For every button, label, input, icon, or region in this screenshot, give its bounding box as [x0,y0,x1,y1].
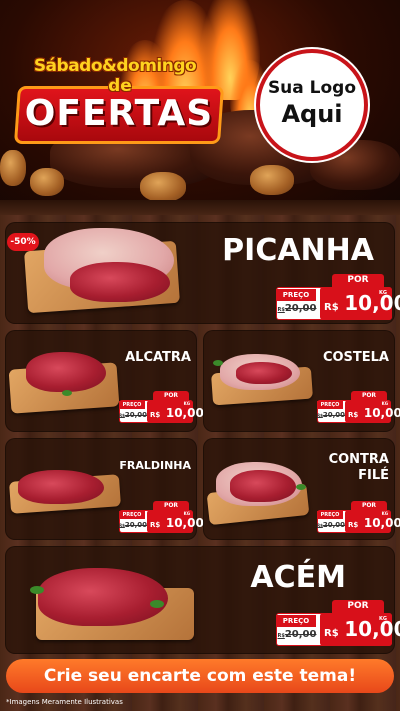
preco-label: PREÇO [119,401,145,409]
potato-image [140,172,186,202]
preco-label: PREÇO [317,511,343,519]
old-price: R$20,00 [119,411,147,419]
old-price: R$20,00 [317,411,345,419]
por-label: POR [332,600,384,613]
price-tag-contra-file: POR PREÇO R$20,00 R$ 10,00 KG [317,501,400,533]
price-tag-costela: POR PREÇO R$20,00 R$ 10,00 KG [317,391,400,423]
price-tag-fraldinha: POR PREÇO R$20,00 R$ 10,00 KG [119,501,204,533]
title-weekend: Sábado&domingo [33,56,197,76]
current-price: R$ 10,00 KG [147,400,204,423]
product-name-acem: ACÉM [250,560,346,595]
unit-kg: KG [381,511,388,516]
costela-image [236,362,292,384]
unit-kg: KG [183,511,190,516]
old-price: R$20,00 [276,629,318,640]
cta-button[interactable]: Crie seu encarte com este tema! [6,659,394,693]
herb-garnish [30,586,44,594]
product-name-contra-line1: CONTRA [328,452,389,467]
unit-kg: KG [379,616,387,622]
potato-image [30,168,64,196]
product-name-alcatra: ALCATRA [125,350,191,365]
title-ofertas: OFERTAS [24,93,214,134]
logo-text-line1: Sua Logo [267,78,357,98]
currency-symbol: R$ [150,411,161,419]
disclaimer-text: *Imagens Meramente Ilustrativas [6,698,123,706]
current-price: R$ 10,00 KG [320,287,400,320]
currency-symbol: R$ [324,628,339,639]
old-price: R$20,00 [119,521,147,529]
alcatra-image [26,352,106,392]
current-price: R$ 10,00 KG [345,400,400,423]
old-value: 20,00 [124,521,148,529]
product-name-costela: COSTELA [322,350,389,365]
old-value: 20,00 [284,303,317,314]
price-tag-acem: POR PREÇO R$20,00 R$ 10,00 KG [276,600,400,646]
contra-file-image [230,470,296,502]
preco-label: PREÇO [276,615,316,627]
acem-image [38,568,168,626]
currency-symbol: R$ [150,521,161,529]
fraldinha-image [18,470,104,504]
herb-garnish [213,360,223,366]
currency-symbol: R$ [348,521,359,529]
picanha-image [70,262,170,302]
current-price: R$ 10,00 KG [345,510,400,533]
unit-kg: KG [183,401,190,406]
por-label: POR [332,274,384,287]
price-value: 10,00 [344,617,400,641]
old-value: 20,00 [322,411,346,419]
old-price: R$20,00 [317,521,345,529]
product-name-picanha: PICANHA [222,233,374,268]
old-currency: R$ [277,633,285,639]
discount-badge: -50% [7,233,39,251]
old-value: 20,00 [322,521,346,529]
unit-kg: KG [381,401,388,406]
flyer-page: Sábado&domingo de OFERTAS Sua Logo Aqui … [0,0,400,711]
header-banner: Sábado&domingo de OFERTAS Sua Logo Aqui [0,0,400,215]
current-price: R$ 10,00 KG [320,613,400,646]
preco-label: PREÇO [119,511,145,519]
price-value: 10,00 [344,291,400,315]
old-value: 20,00 [124,411,148,419]
preco-label: PREÇO [317,401,343,409]
preco-label: PREÇO [276,289,316,301]
old-value: 20,00 [284,629,317,640]
herb-garnish [150,600,164,608]
product-name-contra-line2: FILÉ [358,468,389,483]
current-price: R$ 10,00 KG [147,510,204,533]
price-tag-picanha: POR PREÇO R$20,00 R$ 10,00 KG [276,274,400,320]
wood-edge [0,200,400,215]
potato-image [0,150,26,186]
old-currency: R$ [277,307,285,313]
product-name-fraldinha: FRALDINHA [119,459,191,472]
potato-image [250,165,294,195]
logo-text-line2: Aqui [281,100,343,128]
unit-kg: KG [379,290,387,296]
price-tag-alcatra: POR PREÇO R$20,00 R$ 10,00 KG [119,391,204,423]
herb-garnish [62,390,72,396]
herb-garnish [296,484,306,490]
currency-symbol: R$ [348,411,359,419]
old-price: R$20,00 [276,303,318,314]
currency-symbol: R$ [324,302,339,313]
